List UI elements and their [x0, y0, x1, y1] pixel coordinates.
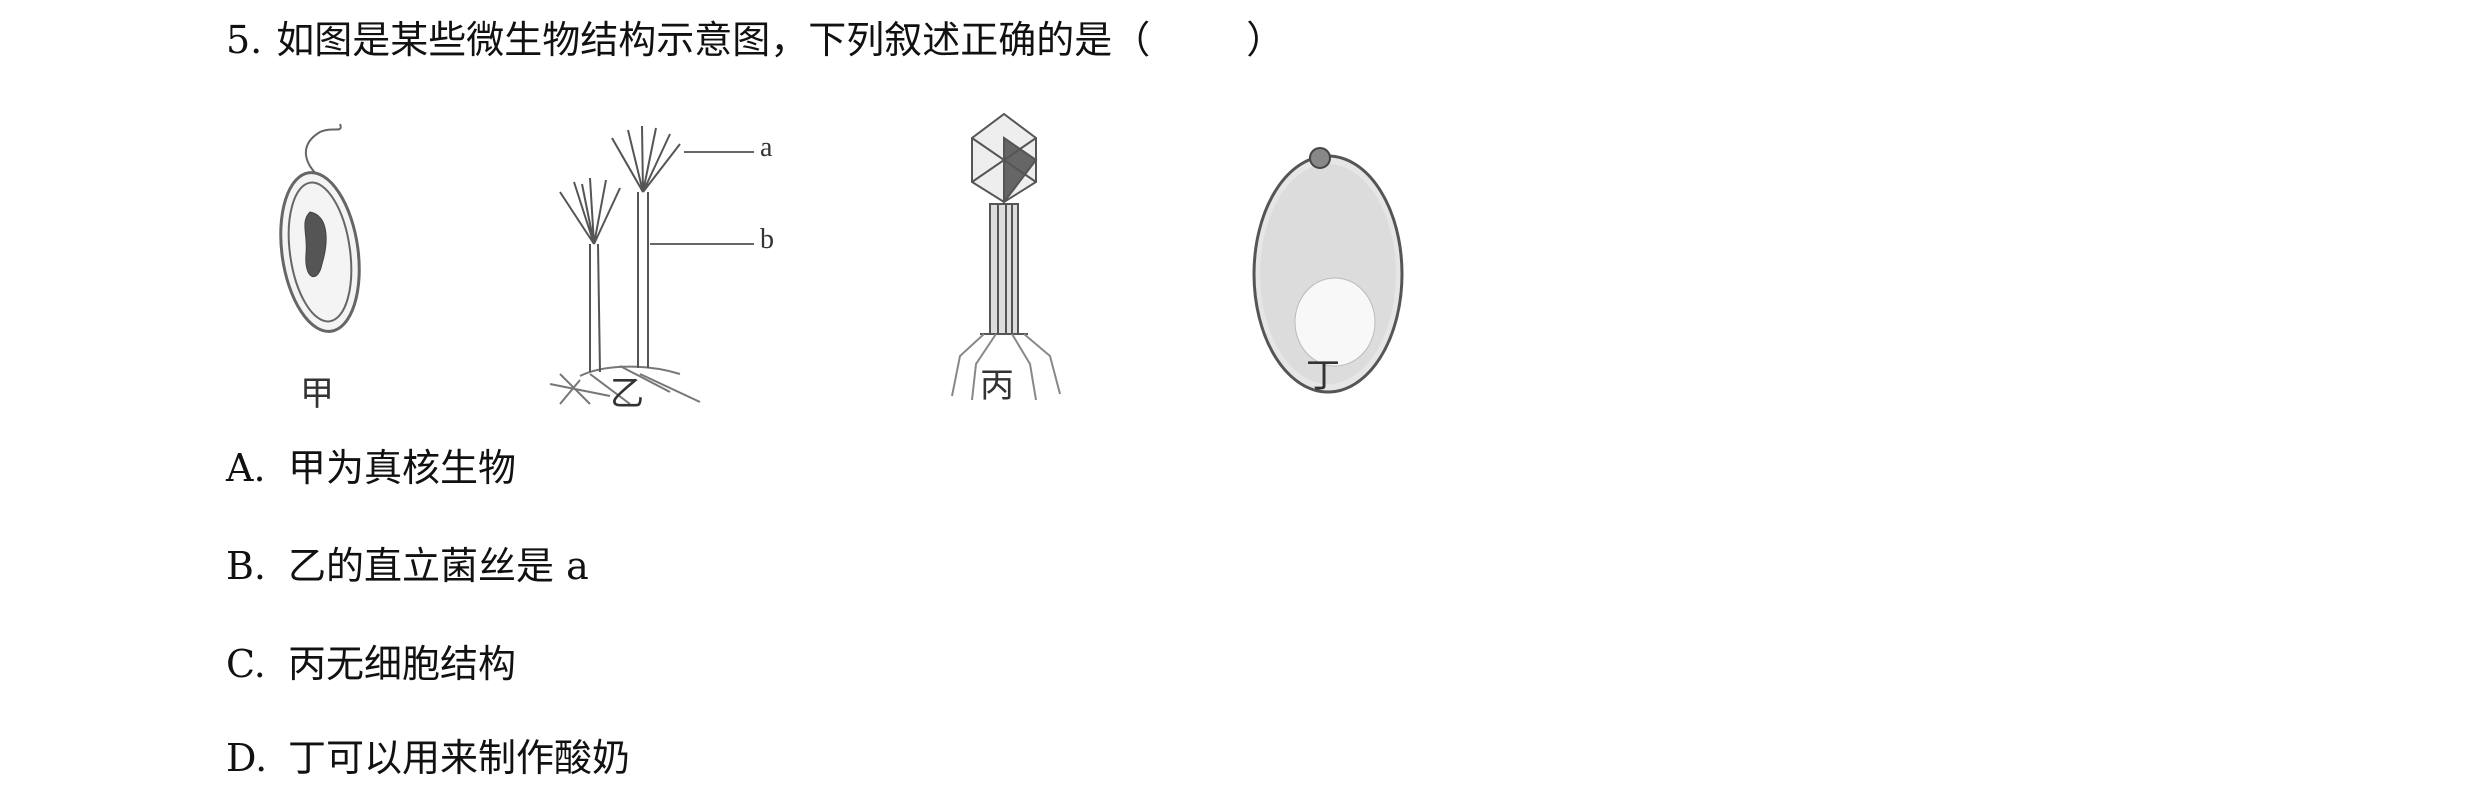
option-b-key: B. — [226, 544, 267, 588]
bacterium-illustration — [279, 123, 361, 333]
mold-illustration — [549, 125, 754, 405]
option-a-text: 甲为真核生物 — [288, 446, 517, 490]
label-yi: 乙 — [610, 374, 644, 414]
question-text: 如图是某些微生物结构示意图，下列叙述正确的是（ — [276, 18, 1151, 62]
option-a[interactable]: A. 甲为真核生物 — [226, 440, 516, 496]
part-label-a: a — [760, 132, 773, 163]
option-c[interactable]: C. 丙无细胞结构 — [226, 636, 516, 692]
option-a-key: A. — [226, 446, 266, 490]
microorganism-illustrations — [279, 112, 1404, 405]
label-jia: 甲 — [300, 374, 334, 414]
close-paren: ） — [1246, 18, 1285, 62]
option-d[interactable]: D. 丁可以用来制作酸奶 — [226, 730, 630, 786]
option-d-key: D. — [226, 736, 268, 780]
label-bing: 丙 — [980, 366, 1014, 406]
microorganism-figure: a b 甲 乙 丙 丁 — [260, 104, 1420, 422]
option-b[interactable]: B. 乙的直立菌丝是 a — [226, 538, 589, 594]
label-ding: 丁 — [1306, 356, 1340, 396]
part-label-b: b — [760, 224, 774, 255]
option-c-key: C. — [226, 642, 266, 686]
option-b-text: 乙的直立菌丝是 a — [288, 544, 589, 588]
question-number: 5. — [226, 18, 263, 62]
option-d-text: 丁可以用来制作酸奶 — [288, 736, 631, 780]
question-stem: 5. 如图是某些微生物结构示意图，下列叙述正确的是（ ） — [226, 12, 1284, 68]
option-c-text: 丙无细胞结构 — [288, 642, 517, 686]
